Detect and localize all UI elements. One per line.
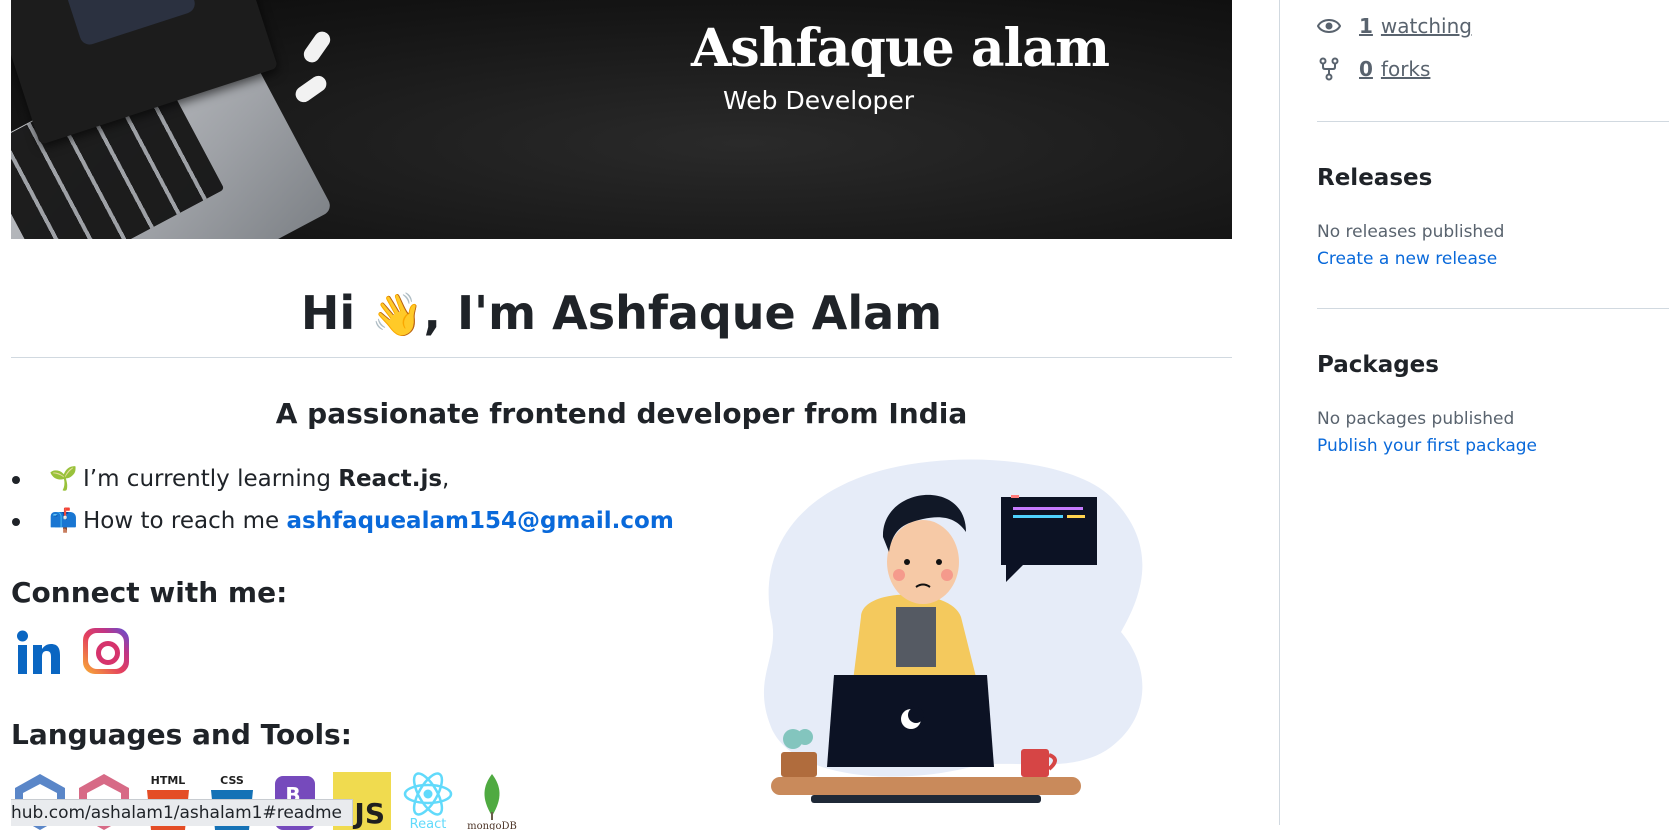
banner-title: Ashfaque alam — [691, 18, 1110, 79]
react-label: React — [410, 817, 447, 830]
readme-tagline: A passionate frontend developer from Ind… — [275, 397, 968, 430]
sidebar-divider — [1317, 121, 1669, 122]
layout-divider — [1279, 0, 1280, 825]
sidebar-divider — [1317, 308, 1669, 309]
readme-greeting: Hi 👋, I'm Ashfaque Alam — [11, 286, 1232, 340]
seedling-icon: 🌱 — [49, 466, 78, 492]
watching-count: 1 — [1359, 14, 1373, 38]
watching-label: watching — [1380, 14, 1472, 38]
heading-divider — [11, 357, 1232, 358]
link-status-bar: hub.com/ashalam1/ashalam1#readme — [11, 799, 354, 826]
fork-icon — [1319, 57, 1339, 81]
fact-text: How to reach me — [83, 508, 287, 534]
developer-illustration — [711, 457, 1231, 825]
email-link[interactable]: ashfaquealam154@gmail.com — [287, 508, 674, 534]
waving-hand-icon: 👋 — [371, 290, 424, 339]
fact-tail: , — [442, 466, 450, 492]
fact-strong: React.js — [338, 466, 443, 492]
create-release-link[interactable]: Create a new release — [1317, 249, 1497, 269]
profile-banner: Ashfaque alam Web Developer — [11, 0, 1232, 239]
readme-content: Ashfaque alam Web Developer Hi 👋, I'm As… — [11, 0, 1232, 832]
list-item: 🌱 I’m currently learning React.js, — [12, 458, 674, 500]
forks-link[interactable]: 0 forks — [1317, 57, 1430, 81]
forks-count: 0 — [1359, 57, 1373, 81]
mongodb-label: mongoDB — [467, 821, 517, 830]
banner-subtitle: Web Developer — [723, 86, 915, 115]
banner-earbud-image — [300, 28, 334, 66]
releases-empty-text: No releases published — [1317, 222, 1505, 242]
mailbox-icon: 📫 — [49, 508, 78, 534]
banner-earbud-image — [292, 72, 330, 106]
react-icon[interactable]: React — [401, 772, 455, 832]
publish-package-link[interactable]: Publish your first package — [1317, 436, 1537, 456]
packages-empty-text: No packages published — [1317, 409, 1515, 429]
forks-label: forks — [1380, 57, 1431, 81]
html-label: HTML — [151, 774, 186, 787]
tools-heading: Languages and Tools: — [11, 718, 352, 751]
packages-heading[interactable]: Packages — [1317, 352, 1439, 378]
greeting-suffix: , I'm Ashfaque Alam — [423, 286, 943, 340]
greeting-prefix: Hi — [300, 286, 372, 340]
linkedin-icon[interactable] — [15, 628, 65, 678]
facts-list: 🌱 I’m currently learning React.js, 📫 How t… — [11, 458, 674, 542]
fact-text: I’m currently learning — [83, 466, 339, 492]
connect-heading: Connect with me: — [11, 576, 288, 609]
eye-icon — [1317, 19, 1341, 33]
releases-heading[interactable]: Releases — [1317, 165, 1432, 191]
mongodb-icon[interactable]: mongoDB — [465, 772, 519, 832]
repo-sidebar: 1 watching 0 forks Releases No releases … — [1317, 0, 1669, 825]
instagram-icon[interactable] — [83, 628, 129, 674]
watching-link[interactable]: 1 watching — [1317, 14, 1472, 38]
list-item: 📫 How to reach me ashfaquealam154@gmail.c… — [12, 500, 674, 542]
css-label: CSS — [220, 774, 244, 787]
social-links — [15, 628, 129, 678]
